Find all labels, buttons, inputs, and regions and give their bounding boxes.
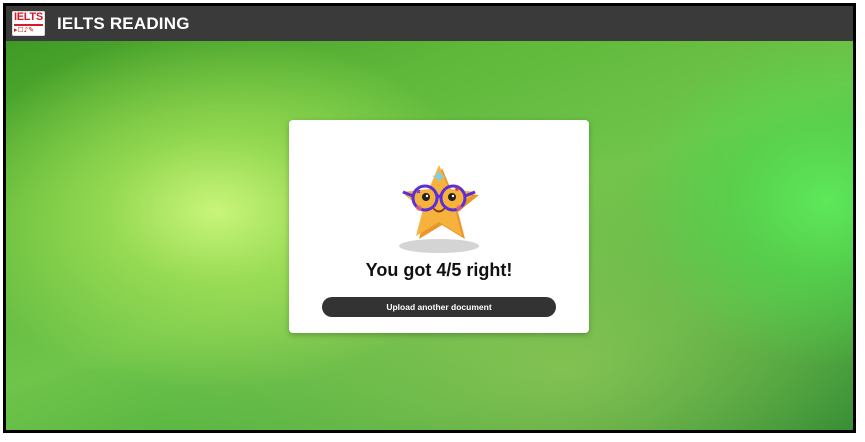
- top-bar: IELTS ▸☐♪✎ IELTS READING: [6, 6, 853, 41]
- star-mascot-svg: [399, 165, 479, 253]
- eye-right: [448, 193, 456, 201]
- logo-text: IELTS: [14, 11, 43, 23]
- cheek-left: [416, 205, 422, 211]
- app-title: IELTS READING: [57, 13, 190, 33]
- cheek-right: [456, 205, 462, 211]
- result-card: You got 4/5 right! Upload another docume…: [289, 120, 589, 333]
- ielts-logo[interactable]: IELTS ▸☐♪✎: [12, 11, 45, 36]
- green-background: You got 4/5 right! Upload another docume…: [6, 41, 853, 430]
- eye-left: [422, 193, 430, 201]
- logo-icons: ▸☐♪✎: [14, 26, 35, 34]
- star-shadow: [399, 239, 479, 253]
- app-window: IELTS ▸☐♪✎ IELTS READING You got 4/5 rig…: [3, 3, 856, 433]
- result-message: You got 4/5 right!: [365, 260, 513, 280]
- upload-another-document-button[interactable]: Upload another document: [322, 297, 556, 317]
- star-with-glasses-icon: [389, 156, 489, 256]
